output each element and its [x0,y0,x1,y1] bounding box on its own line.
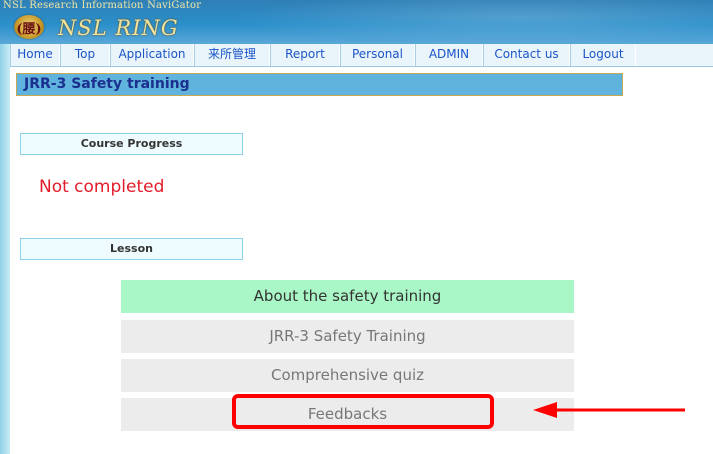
left-border-decoration [0,0,10,454]
progress-status: Not completed [39,177,165,197]
lesson-comprehensive-quiz[interactable]: Comprehensive quiz [121,359,574,392]
lesson-about-safety-training[interactable]: About the safety training [121,280,574,313]
nav-personal[interactable]: Personal [340,44,415,66]
logo-glyph: (腰) [16,22,42,37]
lesson-section-label: Lesson [20,238,243,260]
nav-visit-management[interactable]: 来所管理 [194,44,270,66]
page-title: JRR-3 Safety training [24,76,190,92]
nav-contact-us[interactable]: Contact us [483,44,570,66]
site-banner: NSL Research Information NaviGator (腰) N… [0,0,713,44]
top-navigation: Home Top Application 来所管理 Report Persona… [10,44,713,67]
nav-application[interactable]: Application [110,44,194,66]
banner-title: NSL RING [58,16,179,40]
nav-logout[interactable]: Logout [570,44,636,66]
logo-seal-icon: (腰) [14,15,44,39]
lesson-jrr3-safety-training[interactable]: JRR-3 Safety Training [121,320,574,353]
nav-admin[interactable]: ADMIN [415,44,483,66]
nav-home[interactable]: Home [10,44,60,66]
red-arrow-annotation-icon [533,402,685,418]
nav-report[interactable]: Report [270,44,340,66]
banner-caption: NSL Research Information NaviGator [3,0,202,11]
feedbacks-highlight-annotation [232,394,494,429]
page-title-bar: JRR-3 Safety training [16,73,623,96]
course-progress-label: Course Progress [20,133,243,155]
nav-top[interactable]: Top [60,44,110,66]
